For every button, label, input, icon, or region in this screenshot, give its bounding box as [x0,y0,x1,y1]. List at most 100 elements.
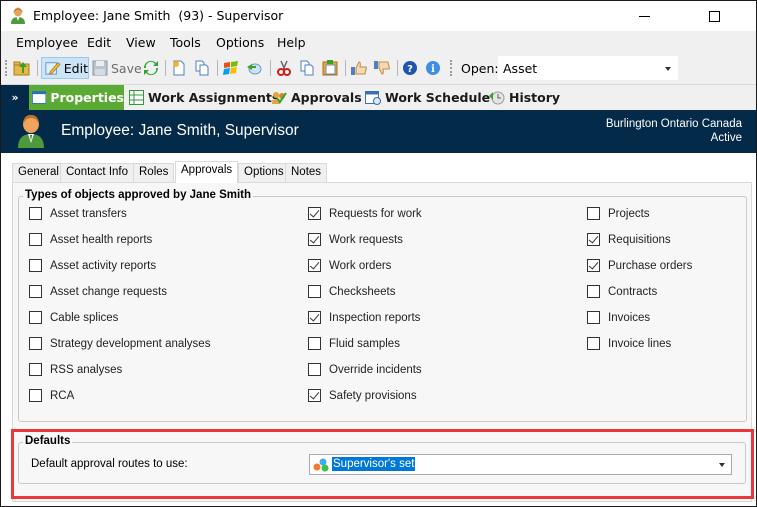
checkbox-unchecked-icon[interactable] [308,285,321,298]
checkbox-checked-icon[interactable] [587,233,600,246]
menu-help[interactable]: Help [277,35,306,50]
approval-type-checkbox[interactable]: Asset health reports [29,233,152,246]
tab-options[interactable]: Options [238,163,290,182]
nav-tab-work-assignments[interactable]: Work Assignments [129,85,279,110]
default-routes-dropdown[interactable]: Supervisor's set [309,454,732,475]
approval-type-checkbox[interactable]: Cable splices [29,311,118,324]
edit-button[interactable]: Edit [41,57,89,79]
checkbox-unchecked-icon[interactable] [587,337,600,350]
approval-type-checkbox[interactable]: RCA [29,389,74,402]
checkbox-unchecked-icon[interactable] [29,337,42,350]
nav-collapse-button[interactable]: » [1,85,29,110]
toolbar-grip[interactable] [5,60,7,76]
employee-avatar-icon [17,114,45,151]
checkbox-unchecked-icon[interactable] [587,207,600,220]
checkbox-checked-icon[interactable] [308,389,321,402]
checkbox-unchecked-icon[interactable] [587,285,600,298]
approval-type-checkbox[interactable]: Requests for work [308,207,422,220]
refresh-button[interactable] [143,57,159,79]
nav-tab-label: Work Assignments [148,90,280,105]
checkbox-unchecked-icon[interactable] [29,259,42,272]
paste-button[interactable] [322,57,338,79]
menu-view[interactable]: View [126,35,156,50]
checkbox-checked-icon[interactable] [308,311,321,324]
approval-type-checkbox[interactable]: Work requests [308,233,403,246]
checkbox-unchecked-icon[interactable] [29,363,42,376]
copy-button[interactable] [299,57,315,79]
approval-type-checkbox[interactable]: Invoices [587,311,650,324]
approval-type-checkbox[interactable]: Work orders [308,259,391,272]
approval-type-label: Contracts [608,285,658,298]
nav-tab-work-schedule[interactable]: Work Schedule [365,85,490,110]
reject-button[interactable] [373,57,391,79]
toolbar-separator [165,60,166,76]
approval-type-checkbox[interactable]: Projects [587,207,650,220]
info-button[interactable]: i [425,57,441,79]
toolbar-separator [37,60,38,76]
approval-type-label: Asset change requests [50,285,167,298]
tab-general[interactable]: General [12,163,65,182]
save-button[interactable]: Save [92,57,142,79]
approval-type-checkbox[interactable]: Override incidents [308,363,422,376]
checkbox-unchecked-icon[interactable] [29,285,42,298]
checkbox-checked-icon[interactable] [308,207,321,220]
checkbox-unchecked-icon[interactable] [29,389,42,402]
menu-employee[interactable]: Employee [16,35,78,50]
checkbox-unchecked-icon[interactable] [587,311,600,324]
maximize-button[interactable] [691,1,737,31]
approval-type-label: Asset health reports [50,233,153,246]
approval-type-checkbox[interactable]: Asset activity reports [29,259,156,272]
nav-tab-history[interactable]: History [489,85,560,110]
checkbox-checked-icon[interactable] [308,259,321,272]
checkbox-checked-icon[interactable] [308,233,321,246]
help-button[interactable]: ? [402,57,418,79]
tab-contact-info[interactable]: Contact Info [60,163,135,182]
approve-button[interactable] [350,57,368,79]
checkbox-unchecked-icon[interactable] [29,311,42,324]
approval-type-checkbox[interactable]: Requisitions [587,233,671,246]
window-title: Employee: Jane Smith (93) - Supervisor [33,8,284,23]
approval-type-checkbox[interactable]: Fluid samples [308,337,400,350]
folder-up-button[interactable] [13,57,31,79]
approval-type-checkbox[interactable]: Purchase orders [587,259,692,272]
menu-tools[interactable]: Tools [170,35,201,50]
new-document-button[interactable] [171,57,187,79]
tab-roles[interactable]: Roles [133,163,175,182]
windows-button[interactable] [223,57,239,79]
menu-edit[interactable]: Edit [87,35,111,50]
approval-type-checkbox[interactable]: Inspection reports [308,311,420,324]
toolbar-grip [450,60,452,76]
checkbox-unchecked-icon[interactable] [308,337,321,350]
menu-bar: Employee Edit View Tools Options Help [1,31,756,53]
approval-type-checkbox[interactable]: Asset transfers [29,207,127,220]
nav-tab-approvals[interactable]: Approvals [271,85,362,110]
approval-type-checkbox[interactable]: Safety provisions [308,389,417,402]
record-location: Burlington Ontario Canada [605,118,742,130]
chevron-down-icon [665,67,671,71]
cut-button[interactable] [276,57,292,79]
menu-options[interactable]: Options [216,35,264,50]
approval-type-checkbox[interactable]: Asset change requests [29,285,167,298]
tab-approvals[interactable]: Approvals [175,161,239,183]
approval-type-checkbox[interactable]: Checksheets [308,285,395,298]
approval-type-checkbox[interactable]: RSS analyses [29,363,122,376]
approval-type-checkbox[interactable]: Invoice lines [587,337,671,350]
nav-tab-properties[interactable]: Properties [29,85,124,110]
thumbs-down-icon [374,61,390,75]
open-dropdown[interactable]: Asset [498,56,678,80]
minimize-button[interactable] [621,1,667,31]
approval-type-label: RCA [50,389,75,402]
approval-type-checkbox[interactable]: Contracts [587,285,657,298]
checkbox-unchecked-icon[interactable] [308,363,321,376]
checkbox-unchecked-icon[interactable] [29,207,42,220]
checkbox-checked-icon[interactable] [587,259,600,272]
tab-notes[interactable]: Notes [285,163,328,182]
approval-type-checkbox[interactable]: Strategy development analyses [29,337,210,350]
checkbox-unchecked-icon[interactable] [29,233,42,246]
chevron-down-icon[interactable] [719,463,725,467]
send-button[interactable] [246,57,262,79]
copy-document-button[interactable] [194,57,210,79]
approval-type-label: Work orders [329,259,392,272]
folder-up-icon [13,61,30,76]
maximize-icon [708,10,720,22]
